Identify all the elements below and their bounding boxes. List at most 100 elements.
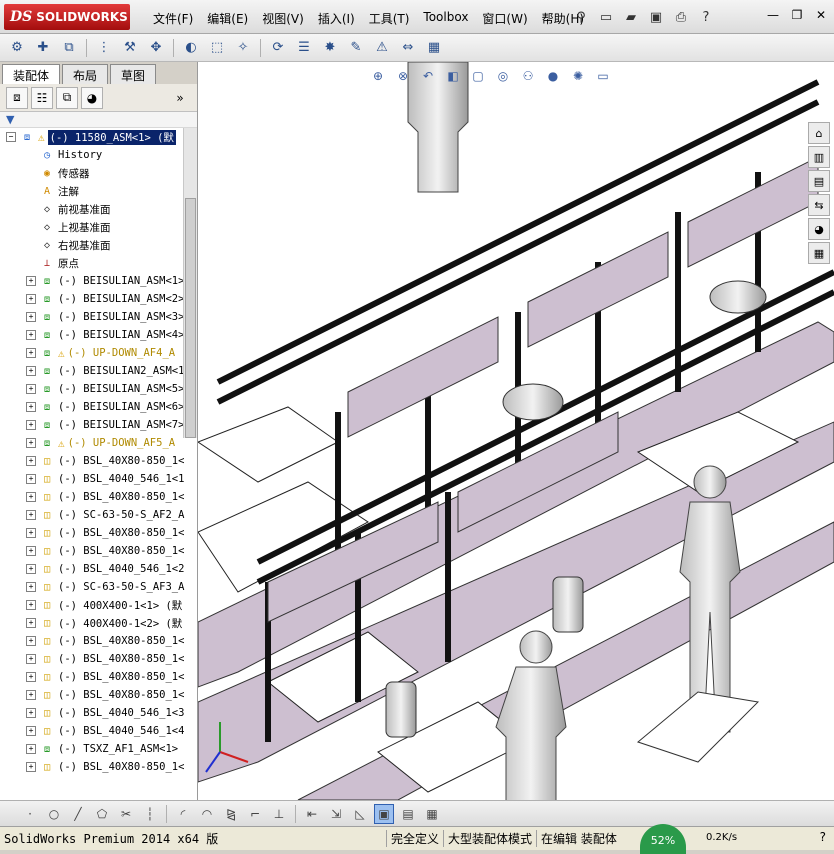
tree-item[interactable]: + ⧈ ⚠ (-) UP-DOWN_AF4_A: [0, 344, 197, 362]
filter-icon[interactable]: ▼: [6, 113, 14, 126]
sketch-relations-icon[interactable]: ⊥: [269, 804, 289, 824]
view-orientation-icon[interactable]: ▢: [468, 66, 488, 86]
clearance-verification-icon[interactable]: ⇔: [397, 37, 419, 59]
tree-item[interactable]: ◇ 上视基准面: [0, 218, 197, 236]
scrollbar-thumb[interactable]: [185, 198, 196, 438]
pin-icon[interactable]: ⚲: [570, 6, 592, 28]
tab-assembly[interactable]: 装配体: [2, 64, 61, 84]
linear-pattern-icon[interactable]: ⋮: [93, 37, 115, 59]
chamfer-icon[interactable]: ◺: [350, 804, 370, 824]
close-icon[interactable]: ✕: [812, 6, 830, 24]
display-style-icon[interactable]: ◎: [493, 66, 513, 86]
bill-of-materials-icon[interactable]: ☰: [293, 37, 315, 59]
tree-item[interactable]: A 注解: [0, 182, 197, 200]
point-icon[interactable]: ·: [20, 804, 40, 824]
configuration-manager-icon[interactable]: ⧉: [56, 86, 78, 109]
help-icon[interactable]: ?: [820, 830, 826, 844]
reference-geometry-icon[interactable]: ✧: [232, 37, 254, 59]
file-explorer-icon[interactable]: ▤: [808, 170, 830, 192]
graphics-area[interactable]: ⊕ ⊗ ↶ ◧ ▢ ◎ ⚇ ● ✺ ▭ ⌂ ▥ ▤ ⇆ ◕ ▦: [198, 62, 834, 800]
circle-icon[interactable]: ○: [44, 804, 64, 824]
expand-icon[interactable]: +: [26, 402, 36, 412]
tree-item[interactable]: + ⧈ (-) BEISULIAN_ASM<6>: [0, 398, 197, 416]
new-document-icon[interactable]: ▭: [595, 6, 617, 28]
tree-scrollbar[interactable]: [183, 128, 197, 438]
zoom-to-fit-icon[interactable]: ⊕: [368, 66, 388, 86]
feature-manager-icon[interactable]: ⧈: [6, 86, 28, 109]
tree-item[interactable]: + ⧈ (-) BEISULIAN_ASM<7>: [0, 416, 197, 434]
tree-item[interactable]: ⊥ 原点: [0, 254, 197, 272]
hide-show-items-icon[interactable]: ⚇: [518, 66, 538, 86]
new-motion-study-icon[interactable]: ⟳: [267, 37, 289, 59]
tree-item[interactable]: ◇ 前视基准面: [0, 200, 197, 218]
expand-icon[interactable]: +: [26, 708, 36, 718]
grid-icon[interactable]: ▦: [422, 804, 442, 824]
tree-item[interactable]: + ⧈ (-) BEISULIAN_ASM<2>: [0, 290, 197, 308]
expand-icon[interactable]: +: [26, 492, 36, 502]
expand-icon[interactable]: +: [26, 420, 36, 430]
tree-item[interactable]: + ◫ (-) BSL_40X80-850_1<: [0, 542, 197, 560]
mirror-icon[interactable]: ⧎: [221, 804, 241, 824]
tree-item[interactable]: + ◫ (-) 400X400-1<2> (默: [0, 614, 197, 632]
zoom-to-area-icon[interactable]: ⊗: [393, 66, 413, 86]
tree-item[interactable]: + ⧈ (-) TSXZ_AF1_ASM<1>: [0, 740, 197, 758]
tree-item[interactable]: + ◫ (-) BSL_40X80-850_1<: [0, 758, 197, 776]
expand-icon[interactable]: +: [26, 546, 36, 556]
minimize-icon[interactable]: —: [764, 6, 782, 24]
expand-icon[interactable]: +: [26, 690, 36, 700]
expand-icon[interactable]: +: [26, 528, 36, 538]
tab-layout[interactable]: 布局: [62, 64, 109, 84]
expand-icon[interactable]: +: [26, 510, 36, 520]
menu-insert[interactable]: 插入(I): [311, 8, 362, 29]
design-library-icon[interactable]: ▥: [808, 146, 830, 168]
insert-component-icon[interactable]: ✚: [32, 37, 54, 59]
line-icon[interactable]: ╱: [68, 804, 88, 824]
restore-icon[interactable]: ❐: [788, 6, 806, 24]
custom-properties-icon[interactable]: ▦: [808, 242, 830, 264]
expand-icon[interactable]: +: [26, 330, 36, 340]
tree-item[interactable]: + ◫ (-) BSL_4040_546_1<4: [0, 722, 197, 740]
expand-icon[interactable]: +: [26, 672, 36, 682]
expand-icon[interactable]: +: [26, 348, 36, 358]
tree-item[interactable]: + ⧈ (-) BEISULIAN_ASM<5>: [0, 380, 197, 398]
expand-icon[interactable]: +: [26, 456, 36, 466]
previous-view-icon[interactable]: ↶: [418, 66, 438, 86]
shaded-view-icon[interactable]: ▣: [374, 803, 394, 824]
resources-icon[interactable]: ⌂: [808, 122, 830, 144]
tree-item[interactable]: + ◫ (-) 400X400-1<1> (默: [0, 596, 197, 614]
menu-tools[interactable]: 工具(T): [362, 8, 417, 29]
solidworks-logo[interactable]: DS SOLIDWORKS: [4, 4, 130, 30]
menu-window[interactable]: 窗口(W): [475, 8, 534, 29]
tree-item[interactable]: + ◫ (-) SC-63-50-S_AF3_A: [0, 578, 197, 596]
menu-file[interactable]: 文件(F): [146, 8, 200, 29]
property-manager-icon[interactable]: ☷: [31, 86, 53, 109]
tree-filter[interactable]: ▼: [0, 112, 197, 128]
tree-item[interactable]: + ⧈ (-) BEISULIAN_ASM<1>: [0, 272, 197, 290]
mate-icon[interactable]: ⧉: [58, 37, 80, 59]
expand-icon[interactable]: +: [26, 474, 36, 484]
polygon-icon[interactable]: ⬠: [92, 804, 112, 824]
tree-item[interactable]: + ◫ (-) BSL_4040_546_1<2: [0, 560, 197, 578]
expand-icon[interactable]: +: [26, 618, 36, 628]
trim-icon[interactable]: ✂: [116, 804, 136, 824]
print-icon[interactable]: ⎙: [670, 6, 692, 28]
expand-panel-icon[interactable]: »: [169, 87, 191, 109]
expand-icon[interactable]: +: [26, 384, 36, 394]
tree-item[interactable]: + ⧈ ⚠ (-) UP-DOWN_AF5_A: [0, 434, 197, 452]
tree-item[interactable]: + ◫ (-) BSL_40X80-850_1<: [0, 524, 197, 542]
interference-detection-icon[interactable]: ⚠: [371, 37, 393, 59]
help-icon[interactable]: ?: [695, 6, 717, 28]
tree-item[interactable]: + ◫ (-) SC-63-50-S_AF2_A: [0, 506, 197, 524]
apply-scene-icon[interactable]: ✺: [568, 66, 588, 86]
section-view-icon[interactable]: ◧: [443, 66, 463, 86]
menu-edit[interactable]: 编辑(E): [200, 8, 255, 29]
convert-entities-icon[interactable]: ⌐: [245, 804, 265, 824]
tree-item[interactable]: + ⧈ (-) BEISULIAN_ASM<4>: [0, 326, 197, 344]
expand-icon[interactable]: +: [26, 582, 36, 592]
expand-icon[interactable]: +: [26, 276, 36, 286]
exploded-view-icon[interactable]: ✸: [319, 37, 341, 59]
expand-icon[interactable]: +: [26, 636, 36, 646]
tree-item[interactable]: + ◫ (-) BSL_40X80-850_1<: [0, 452, 197, 470]
tree-item[interactable]: + ◫ (-) BSL_40X80-850_1<: [0, 632, 197, 650]
assembly-features-icon[interactable]: ⬚: [206, 37, 228, 59]
